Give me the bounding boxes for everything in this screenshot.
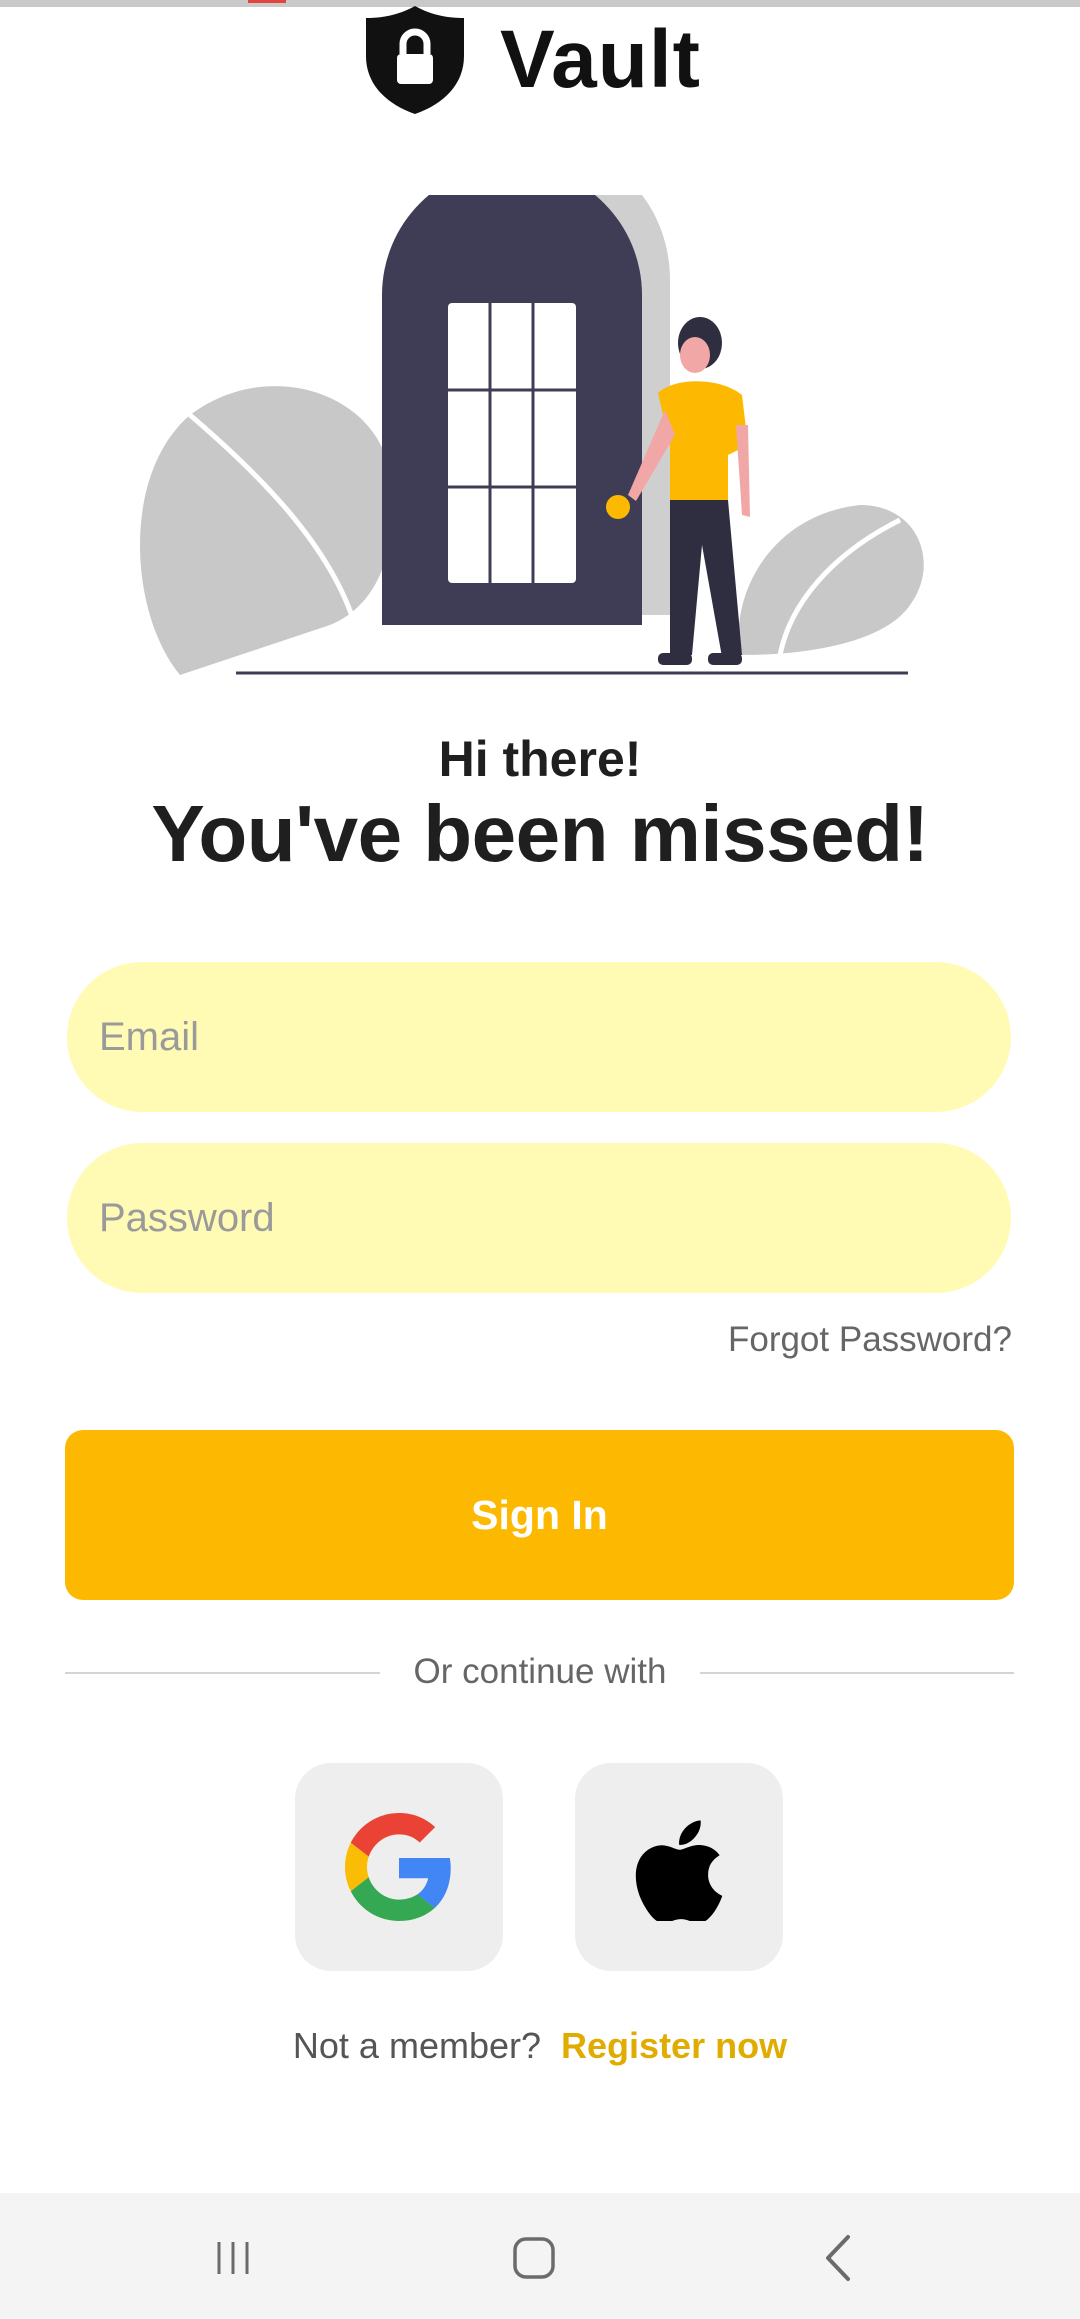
back-icon [826, 2235, 850, 2281]
or-continue-label: Or continue with [413, 1652, 667, 1691]
greeting-title: You've been missed! [151, 789, 929, 878]
recent-apps-button[interactable] [193, 2223, 273, 2293]
app-title: Vault [500, 14, 701, 105]
register-now-link[interactable]: Register now [561, 2025, 787, 2066]
google-icon [345, 1813, 451, 1921]
divider-left [65, 1672, 380, 1674]
home-button[interactable] [494, 2223, 574, 2293]
divider-right [700, 1672, 1014, 1674]
home-icon [513, 2237, 555, 2279]
greeting-subtitle: Hi there! [438, 731, 642, 787]
back-button[interactable] [798, 2223, 878, 2293]
google-sign-in-button[interactable] [295, 1763, 503, 1971]
sign-in-button[interactable]: Sign In [65, 1430, 1014, 1600]
password-field[interactable] [67, 1143, 1011, 1293]
email-field[interactable] [67, 962, 1011, 1112]
shield-lock-icon [366, 6, 464, 114]
password-input[interactable] [97, 1194, 1011, 1242]
system-navigation-bar [0, 2193, 1080, 2319]
app-logo: Vault [0, 0, 1080, 120]
register-row: Not a member? Register now [0, 2025, 1080, 2067]
apple-sign-in-button[interactable] [575, 1763, 783, 1971]
register-prompt: Not a member? [292, 2025, 542, 2066]
welcome-illustration [140, 195, 924, 675]
forgot-password-link[interactable]: Forgot Password? [728, 1320, 1012, 1360]
email-input[interactable] [97, 1013, 1011, 1061]
apple-icon [635, 1820, 723, 1921]
recent-apps-icon [217, 2242, 249, 2274]
